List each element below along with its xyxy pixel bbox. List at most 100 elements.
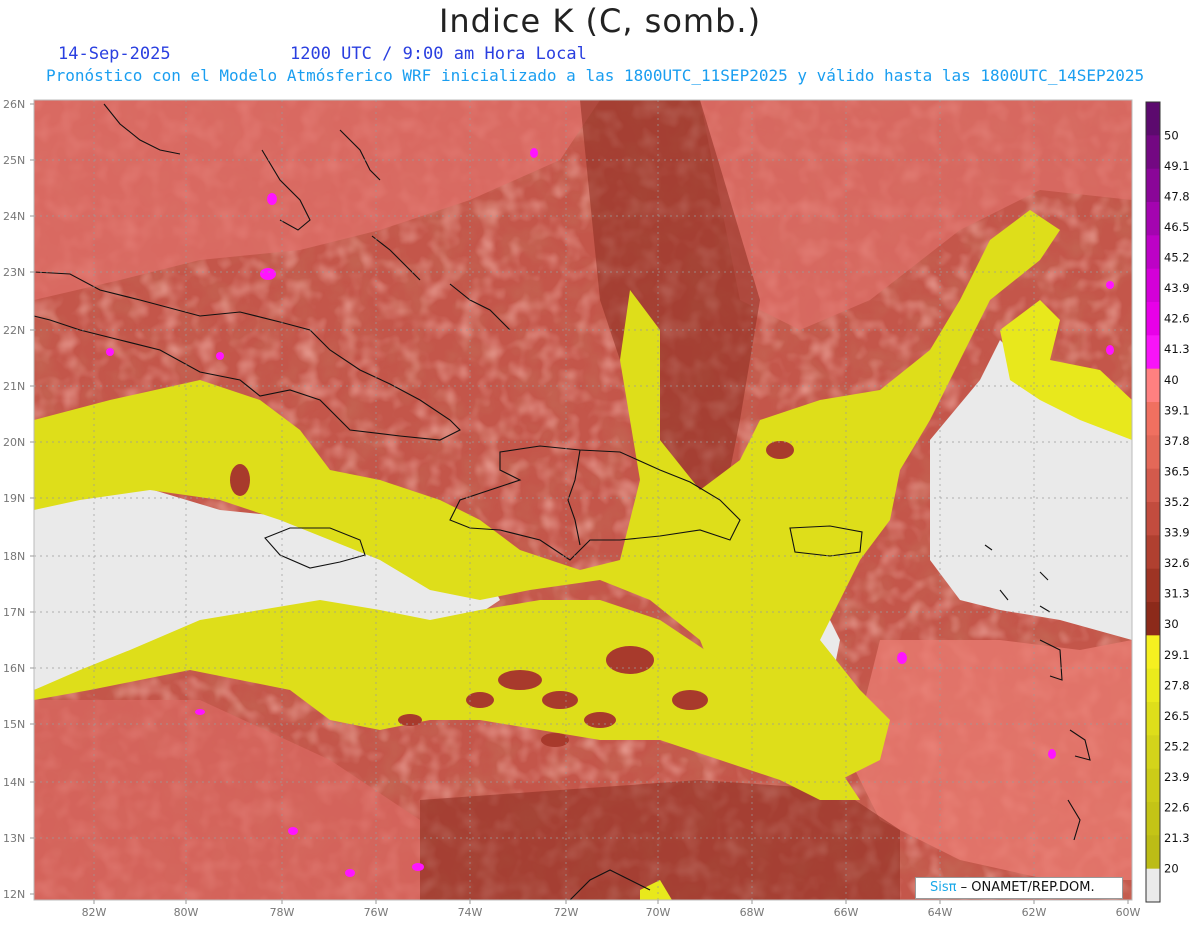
colorbar-label: 46.5 xyxy=(1164,220,1190,234)
colorbar-swatch xyxy=(1146,168,1160,203)
lon-label: 64W xyxy=(928,906,953,919)
lat-label: 14N xyxy=(3,776,25,789)
colorbar-label: 43.9 xyxy=(1164,281,1190,295)
colorbar-label: 40 xyxy=(1164,373,1179,387)
colorbar-swatch xyxy=(1146,735,1160,770)
magenta-peak xyxy=(345,869,355,877)
map-title: Indice K (C, somb.) xyxy=(438,2,762,40)
colorbar-label: 50 xyxy=(1164,128,1179,142)
colorbar-swatch xyxy=(1146,202,1160,236)
colorbar-label: 39.1 xyxy=(1164,403,1190,417)
lat-label: 22N xyxy=(3,324,25,337)
magenta-peak xyxy=(1106,281,1114,289)
colorbar-label: 21.3 xyxy=(1164,831,1190,845)
colorbar-label: 42.6 xyxy=(1164,312,1190,326)
magenta-peak xyxy=(1048,749,1056,759)
lon-ticks xyxy=(93,900,1129,904)
colorbar-label: 36.5 xyxy=(1164,464,1190,478)
colorbar-swatch xyxy=(1146,768,1160,803)
colorbar-swatch xyxy=(1146,435,1160,470)
lat-label: 25N xyxy=(3,154,25,167)
colorbar-swatch xyxy=(1146,635,1160,670)
lon-label: 80W xyxy=(174,906,199,919)
magenta-peak xyxy=(412,863,424,871)
lat-ticks xyxy=(30,103,34,895)
shaded-field xyxy=(34,100,1132,900)
colorbar-label: 31.3 xyxy=(1164,587,1190,601)
forecast-info: Pronóstico con el Modelo Atmósferico WRF… xyxy=(46,66,1145,85)
lon-label: 74W xyxy=(458,906,483,919)
colorbar: 50 49.1 47.8 46.5 45.2 43.9 42.6 41.3 40 39.1 37.8… xyxy=(1145,101,1190,903)
lat-label: 12N xyxy=(3,888,25,901)
magenta-peak xyxy=(288,827,298,835)
colorbar-label: 32.6 xyxy=(1164,556,1190,570)
lat-label: 18N xyxy=(3,550,25,563)
colorbar-label: 35.2 xyxy=(1164,495,1190,509)
credit-box: Sisπ – ONAMET/REP.DOM. xyxy=(915,877,1123,899)
colorbar-swatch xyxy=(1146,468,1160,503)
magenta-peak xyxy=(530,148,538,158)
lon-axis: 82W 80W 78W 76W 74W 72W 70W 68W 66W 64W … xyxy=(82,906,1141,919)
lat-label: 23N xyxy=(3,266,25,279)
colorbar-swatch xyxy=(1146,602,1160,636)
lat-label: 19N xyxy=(3,492,25,505)
brown-blob xyxy=(584,712,616,728)
lat-label: 20N xyxy=(3,436,25,449)
lon-label: 76W xyxy=(364,906,389,919)
brown-blob xyxy=(498,670,542,690)
magenta-peak xyxy=(267,193,277,205)
colorbar-label: 49.1 xyxy=(1164,159,1190,173)
lon-label: 82W xyxy=(82,906,107,919)
colorbar-swatch xyxy=(1146,802,1160,836)
brown-blob xyxy=(541,733,569,747)
colorbar-swatch xyxy=(1146,668,1160,703)
lon-label: 60W xyxy=(1116,906,1141,919)
lat-label: 26N xyxy=(3,98,25,111)
colorbar-label: 23.9 xyxy=(1164,770,1190,784)
lon-label: 66W xyxy=(834,906,859,919)
colorbar-label: 27.8 xyxy=(1164,678,1190,692)
colorbar-swatch xyxy=(1146,868,1160,903)
brown-blob xyxy=(766,441,794,459)
valid-time: 1200 UTC / 9:00 am Hora Local xyxy=(290,44,587,64)
colorbar-label: 29.1 xyxy=(1164,648,1190,662)
lat-label: 15N xyxy=(3,718,25,731)
colorbar-label: 41.3 xyxy=(1164,342,1190,356)
colorbar-swatch xyxy=(1146,302,1160,336)
forecast-date: 14-Sep-2025 xyxy=(58,44,171,64)
lat-label: 24N xyxy=(3,210,25,223)
credit-org: – ONAMET/REP.DOM. xyxy=(956,880,1095,895)
lat-label: 21N xyxy=(3,380,25,393)
brown-blob xyxy=(672,690,708,710)
brown-blob xyxy=(606,646,654,674)
colorbar-swatch xyxy=(1146,102,1160,136)
colorbar-label: 22.6 xyxy=(1164,801,1190,815)
colorbar-swatch xyxy=(1146,335,1160,370)
colorbar-swatch xyxy=(1146,135,1160,170)
lat-label: 13N xyxy=(3,832,25,845)
lat-label: 16N xyxy=(3,662,25,675)
colorbar-swatch xyxy=(1146,568,1160,603)
colorbar-label: 20 xyxy=(1164,862,1179,876)
colorbar-swatch xyxy=(1146,368,1160,403)
magenta-peak xyxy=(106,348,114,356)
lat-axis: 26N 25N 24N 23N 22N 21N 20N 19N 18N 17N … xyxy=(3,98,25,901)
colorbar-swatch xyxy=(1146,702,1160,736)
colorbar-swatch xyxy=(1146,835,1160,870)
colorbar-swatch xyxy=(1146,268,1160,303)
colorbar-label: 26.5 xyxy=(1164,709,1190,723)
lon-label: 78W xyxy=(270,906,295,919)
magenta-peak xyxy=(195,709,205,715)
magenta-peak xyxy=(216,352,224,360)
colorbar-label: 25.2 xyxy=(1164,739,1190,753)
colorbar-swatch xyxy=(1146,502,1160,536)
colorbar-label: 37.8 xyxy=(1164,434,1190,448)
credit-brand: Sisπ xyxy=(930,880,957,895)
colorbar-label: 30 xyxy=(1164,617,1179,631)
brown-blob xyxy=(230,464,250,496)
colorbar-label: 45.2 xyxy=(1164,251,1190,265)
lon-label: 68W xyxy=(740,906,765,919)
colorbar-swatch xyxy=(1146,235,1160,270)
colorbar-swatch xyxy=(1146,402,1160,436)
brown-blob xyxy=(542,691,578,709)
